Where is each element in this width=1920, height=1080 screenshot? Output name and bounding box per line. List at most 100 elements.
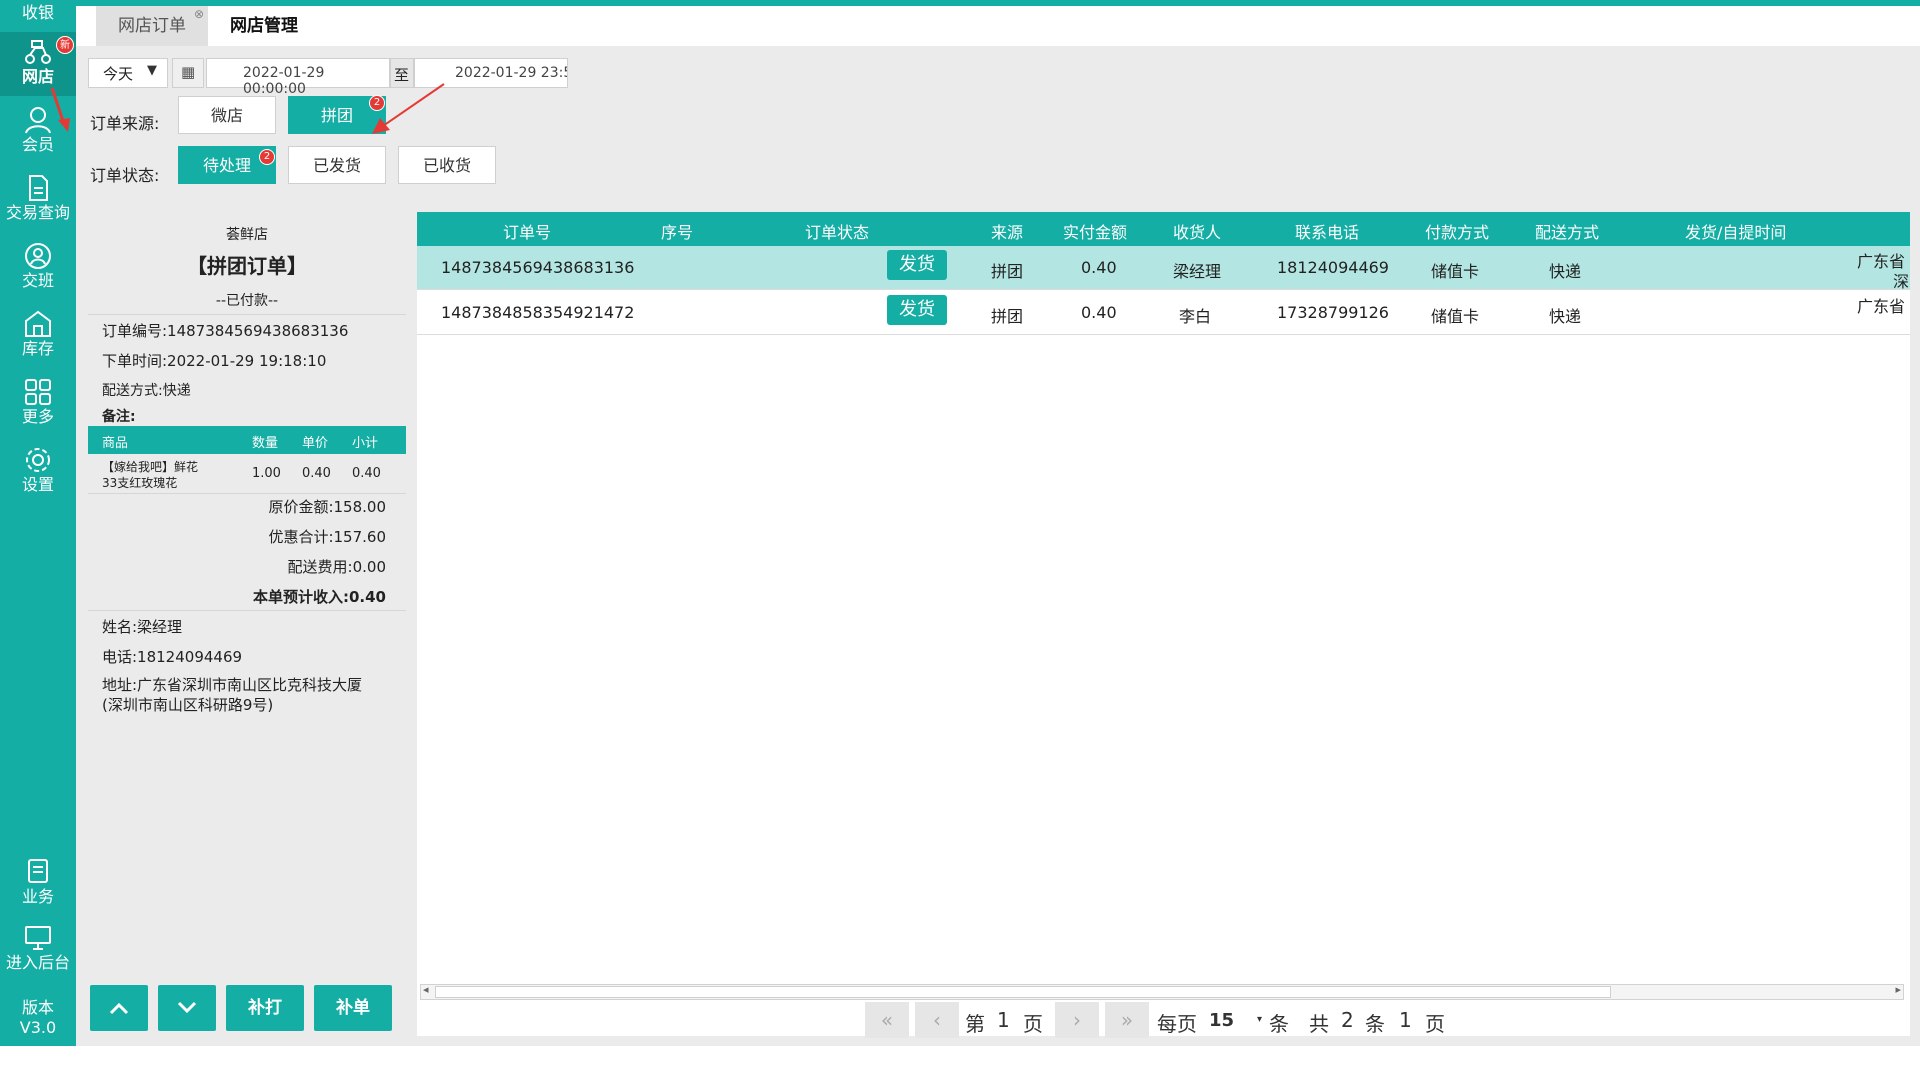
divider xyxy=(88,610,406,611)
cell-amount: 0.40 xyxy=(1081,303,1117,322)
col-item: 商品 xyxy=(102,436,129,451)
caret-down-icon[interactable]: ▾ xyxy=(1257,1014,1262,1025)
col-order-no: 订单号 xyxy=(503,223,552,242)
col-receiver: 收货人 xyxy=(1173,223,1222,242)
col-pay: 付款方式 xyxy=(1425,223,1490,242)
ship-button[interactable]: 发货 xyxy=(887,295,947,325)
sidebar-item-transactions[interactable]: 交易查询 xyxy=(0,172,76,236)
discount-total: 优惠合计:157.60 xyxy=(268,528,386,546)
customer-name: 姓名:梁经理 xyxy=(102,618,183,636)
per-page-prefix: 每页 xyxy=(1157,1012,1197,1036)
annotation-arrow-icon xyxy=(50,87,70,132)
col-subtotal: 小计 xyxy=(352,436,379,451)
total-unit: 条 xyxy=(1365,1012,1385,1036)
ship-button[interactable]: 发货 xyxy=(887,250,947,280)
supplement-button[interactable]: 补单 xyxy=(314,985,392,1031)
item-name-line2: 33支红玫瑰花 xyxy=(102,476,178,490)
cell-source: 拼团 xyxy=(991,262,1024,281)
button-label: 待处理 xyxy=(202,156,251,175)
col-seq: 序号 xyxy=(661,223,694,242)
original-amount: 原价金额:158.00 xyxy=(268,498,386,516)
expected-income: 本单预计收入:0.40 xyxy=(252,588,386,606)
close-icon[interactable]: ⊗ xyxy=(194,0,204,34)
reprint-button[interactable]: 补打 xyxy=(226,985,304,1031)
caret-down-icon: ▼ xyxy=(147,63,157,78)
first-page-button[interactable]: « xyxy=(865,1002,909,1038)
button-label: 已发货 xyxy=(312,156,361,175)
chevron-down-icon xyxy=(177,1001,197,1014)
version-label: 版本 xyxy=(21,998,54,1017)
status-pending-button[interactable]: 待处理 2 xyxy=(178,146,276,184)
page-suffix: 页 xyxy=(1023,1012,1043,1036)
current-page[interactable]: 1 xyxy=(997,1008,1010,1032)
sidebar-item-inventory[interactable]: 库存 xyxy=(0,308,76,372)
sidebar-item-label: 交易查询 xyxy=(5,203,70,222)
status-received-button[interactable]: 已收货 xyxy=(398,146,496,184)
tab-bar: 网店订单 ⊗ 网店管理 xyxy=(76,6,1920,46)
sidebar-item-label: 交班 xyxy=(21,271,54,290)
table-header: 订单号 序号 订单状态 来源 实付金额 收货人 联系电话 付款方式 配送方式 发… xyxy=(417,212,1910,246)
calendar-button[interactable]: ▦ xyxy=(172,58,204,88)
cell-order-no: 1487384569438683136 xyxy=(441,258,635,277)
tab-online-management[interactable]: 网店管理 xyxy=(214,6,314,46)
item-subtotal: 0.40 xyxy=(352,466,381,481)
order-number: 订单编号:1487384569438683136 xyxy=(102,322,349,340)
status-shipped-button[interactable]: 已发货 xyxy=(288,146,386,184)
sidebar-item-label: 设置 xyxy=(21,475,54,494)
date-preset-select[interactable]: 今天 ▼ xyxy=(88,58,168,88)
button-label: 微店 xyxy=(210,106,243,125)
col-price: 单价 xyxy=(302,436,329,451)
cell-delivery: 快递 xyxy=(1549,307,1582,326)
scrollbar-thumb[interactable] xyxy=(435,986,1611,998)
tab-online-orders[interactable]: 网店订单 ⊗ xyxy=(96,6,208,46)
warehouse-icon xyxy=(25,310,51,337)
paid-status: --已付款-- xyxy=(215,293,279,309)
divider xyxy=(88,493,406,494)
col-source: 来源 xyxy=(991,223,1024,242)
sidebar-item-shift[interactable]: 交班 xyxy=(0,240,76,304)
horizontal-scrollbar[interactable]: ◂ ▸ xyxy=(420,983,1904,1000)
cell-address: 广东省 xyxy=(1857,297,1906,316)
scroll-right-icon[interactable]: ▸ xyxy=(1895,983,1901,996)
order-time: 下单时间:2022-01-29 19:18:10 xyxy=(102,352,327,370)
date-from-input[interactable]: 2022-01-29 00:00:00 xyxy=(206,58,390,97)
list-item: 【嫁给我吧】鲜花 33支红玫瑰花 1.00 0.40 0.40 xyxy=(88,456,406,492)
customer-address-line1: 地址:广东省深圳市南山区比克科技大厦 xyxy=(102,676,363,694)
remark: 备注: xyxy=(102,409,136,425)
table-row[interactable]: 1487384858354921472 发货 拼团 0.40 李白 173287… xyxy=(417,291,1910,335)
sidebar-item-business[interactable]: 业务 xyxy=(0,856,76,920)
total-prefix: 共 xyxy=(1309,1012,1329,1036)
cell-receiver: 梁经理 xyxy=(1173,262,1222,281)
cell-receiver: 李白 xyxy=(1179,307,1212,326)
col-phone: 联系电话 xyxy=(1295,223,1360,242)
last-page-button[interactable]: » xyxy=(1105,1002,1149,1038)
delivery-fee: 配送费用:0.00 xyxy=(287,558,386,576)
scroll-down-button[interactable] xyxy=(158,985,216,1031)
scroll-left-icon[interactable]: ◂ xyxy=(423,983,429,996)
orders-table: 订单号 序号 订单状态 来源 实付金额 收货人 联系电话 付款方式 配送方式 发… xyxy=(417,212,1910,1038)
sidebar-item-more[interactable]: 更多 xyxy=(0,376,76,440)
annotation-arrow-icon xyxy=(372,83,445,134)
cell-phone: 17328799126 xyxy=(1277,303,1389,322)
table-row[interactable]: 1487384569438683136 发货 拼团 0.40 梁经理 18124… xyxy=(417,246,1910,291)
items-table-header: 商品 数量 单价 小计 xyxy=(88,426,406,454)
next-page-button[interactable]: › xyxy=(1055,1002,1099,1038)
cell-order-no: 1487384858354921472 xyxy=(441,303,635,322)
version-info: 版本 V3.0 xyxy=(0,998,76,1038)
source-weidian-button[interactable]: 微店 xyxy=(178,96,276,134)
sidebar-item-backend[interactable]: 进入后台 xyxy=(0,922,76,986)
col-amount: 实付金额 xyxy=(1063,223,1128,242)
receipt-panel: 荟鲜店 【拼团订单】 --已付款-- 订单编号:1487384569438683… xyxy=(88,212,406,972)
prev-page-button[interactable]: ‹ xyxy=(915,1002,959,1038)
customer-phone: 电话:18124094469 xyxy=(102,648,243,666)
col-ship-time: 发货/自提时间 xyxy=(1685,223,1787,242)
per-page-select[interactable]: 15 xyxy=(1209,1010,1234,1031)
sidebar-item-label: 收银 xyxy=(21,3,54,22)
new-badge: 新 xyxy=(56,36,74,54)
button-label: 已收货 xyxy=(422,156,471,175)
sidebar-item-cashier[interactable]: 收银 xyxy=(0,0,76,30)
version-value: V3.0 xyxy=(19,1018,57,1037)
scroll-up-button[interactable] xyxy=(90,985,148,1031)
chevron-up-icon xyxy=(109,1002,129,1015)
sidebar-item-settings[interactable]: 设置 xyxy=(0,444,76,508)
